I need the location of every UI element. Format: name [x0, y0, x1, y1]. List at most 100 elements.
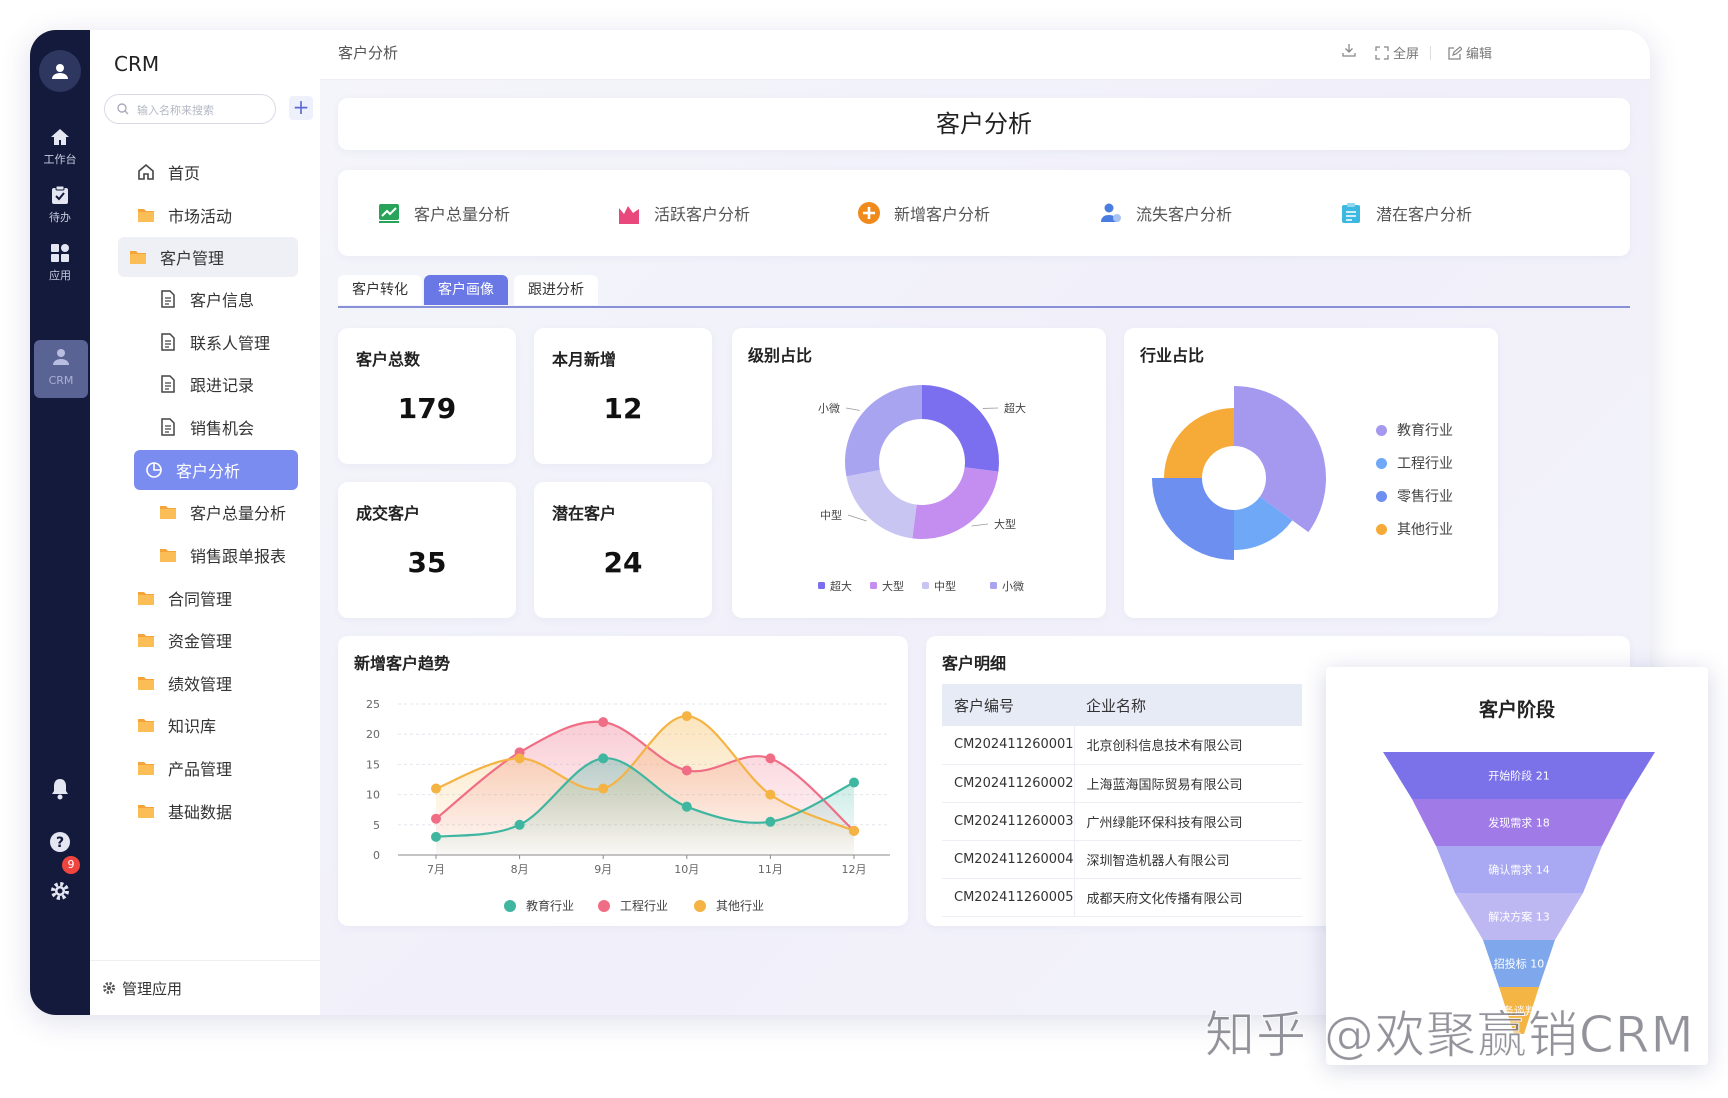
- sidebar: CRM 输入名称来搜索 + 首页 市场活动 客户管理 客户信息 联系人管理 跟进记录 销售机…: [90, 30, 320, 1015]
- data-point[interactable]: [765, 789, 776, 800]
- sidebar-item[interactable]: 市场活动: [126, 195, 296, 235]
- add-button[interactable]: +: [289, 96, 313, 120]
- pie-slice[interactable]: [846, 470, 917, 539]
- user-icon: [53, 349, 69, 365]
- legend-label[interactable]: 大型: [882, 579, 904, 593]
- tab-portrait[interactable]: 客户画像: [424, 275, 508, 305]
- sidebar-item[interactable]: 跟进记录: [148, 364, 298, 404]
- stat-value: 24: [603, 546, 643, 579]
- user-avatar-icon: [52, 64, 68, 79]
- sidebar-item[interactable]: 联系人管理: [148, 322, 298, 362]
- data-point[interactable]: [431, 813, 441, 824]
- sidebar-item[interactable]: 绩效管理: [126, 663, 296, 703]
- data-point[interactable]: [681, 801, 692, 812]
- column-header[interactable]: 客户编号: [942, 684, 1075, 726]
- sidebar-item[interactable]: 产品管理: [126, 748, 296, 788]
- sidebar-item[interactable]: 销售机会: [148, 407, 298, 447]
- data-point[interactable]: [681, 711, 692, 722]
- legend-label[interactable]: 教育行业: [526, 898, 574, 913]
- download-button[interactable]: [1342, 43, 1356, 57]
- stat-title: 本月新增: [552, 350, 617, 369]
- slice-label: 中型: [820, 508, 842, 522]
- pie-slice[interactable]: [922, 385, 999, 472]
- nav-lost-analysis[interactable]: 流失客户分析: [1098, 200, 1232, 226]
- rail-item-crm[interactable]: CRM: [34, 340, 88, 398]
- table-row[interactable]: CM202411260001 北京创科信息技术有限公司: [942, 726, 1302, 765]
- rail-item-settings[interactable]: [30, 880, 90, 902]
- table-row[interactable]: CM202411260005 成都天府文化传播有限公司: [942, 878, 1302, 917]
- data-point[interactable]: [681, 765, 692, 776]
- manage-apps-button[interactable]: 管理应用: [90, 960, 320, 1015]
- table-row[interactable]: CM202411260003 广州绿能环保科技有限公司: [942, 802, 1302, 841]
- column-header[interactable]: 企业名称: [1074, 684, 1302, 726]
- data-point[interactable]: [849, 825, 859, 836]
- sidebar-item-label: 首页: [168, 164, 201, 183]
- search-input[interactable]: 输入名称来搜索: [104, 94, 276, 124]
- svg-text:?: ?: [56, 835, 64, 851]
- stat-title: 客户总数: [356, 350, 421, 369]
- sidebar-item[interactable]: 客户管理: [118, 237, 298, 277]
- legend-label[interactable]: 工程行业: [620, 898, 668, 913]
- legend-swatch: [818, 582, 825, 589]
- rail-item-todo[interactable]: 待办: [30, 184, 90, 225]
- stat-value: 179: [397, 392, 457, 425]
- pie-slice[interactable]: [845, 385, 922, 477]
- tab-conversion[interactable]: 客户转化: [338, 275, 422, 305]
- edit-button[interactable]: 编辑: [1448, 43, 1492, 62]
- rail-item-notifications[interactable]: [30, 778, 90, 800]
- nav-new-analysis[interactable]: 新增客户分析: [856, 200, 990, 226]
- tab-followup[interactable]: 跟进分析: [514, 275, 598, 305]
- data-point[interactable]: [598, 717, 609, 728]
- analysis-nav: 客户总量分析 活跃客户分析 新增客户分析 流失客户分析 潜在客户分析: [338, 170, 1630, 256]
- rail-label: 工作台: [43, 153, 77, 166]
- nav-total-analysis[interactable]: 客户总量分析: [376, 200, 510, 226]
- sidebar-item-label: 销售跟单报表: [190, 547, 287, 566]
- sidebar-item[interactable]: 客户总量分析: [148, 492, 298, 532]
- pie-slice[interactable]: [912, 467, 999, 539]
- x-tick-label: 7月: [427, 863, 445, 876]
- data-point[interactable]: [765, 816, 776, 827]
- legend-label[interactable]: 超大: [830, 579, 852, 593]
- data-point[interactable]: [849, 777, 859, 788]
- data-point[interactable]: [514, 819, 525, 830]
- rail-item-help[interactable]: ?: [30, 831, 90, 853]
- data-point[interactable]: [598, 753, 609, 764]
- sidebar-item[interactable]: 资金管理: [126, 620, 296, 660]
- legend-label[interactable]: 小微: [1002, 579, 1024, 593]
- legend-label[interactable]: 其他行业: [716, 899, 764, 913]
- legend-item: 其他行业: [1376, 519, 1453, 539]
- folder-icon: [156, 500, 180, 524]
- data-point[interactable]: [514, 753, 525, 764]
- grid-icon: [49, 242, 71, 264]
- sidebar-item[interactable]: 销售跟单报表: [148, 535, 298, 575]
- y-tick-label: 25: [366, 698, 380, 711]
- legend-label: 工程行业: [1397, 456, 1453, 472]
- user-lost-icon: [1098, 200, 1124, 226]
- sidebar-item[interactable]: 基础数据: [126, 791, 296, 831]
- avatar[interactable]: [39, 50, 81, 92]
- sidebar-item[interactable]: 合同管理: [126, 578, 296, 618]
- fullscreen-button[interactable]: 全屏: [1375, 43, 1419, 62]
- data-point[interactable]: [765, 753, 776, 764]
- sidebar-item[interactable]: 知识库: [126, 705, 296, 745]
- data-point[interactable]: [431, 783, 441, 794]
- sidebar-item[interactable]: 首页: [126, 152, 296, 192]
- level-chart-card: 级别占比 超大 大型 中型 小微 超大 大型 中型 小微: [732, 328, 1106, 618]
- pie-slice[interactable]: [1164, 408, 1234, 478]
- table-row[interactable]: CM202411260004 深圳智造机器人有限公司: [942, 840, 1302, 879]
- legend-label[interactable]: 中型: [934, 579, 956, 593]
- sidebar-item[interactable]: 客户分析: [134, 450, 298, 490]
- rail-item-apps[interactable]: 应用: [30, 242, 90, 283]
- y-tick-label: 10: [366, 789, 380, 802]
- nav-active-analysis[interactable]: 活跃客户分析: [616, 200, 750, 226]
- pie-slice[interactable]: [1152, 478, 1234, 560]
- company-name: 北京创科信息技术有限公司: [1074, 726, 1302, 765]
- stat-card-total: 客户总数 179: [338, 328, 516, 464]
- table-header-row: 客户编号 企业名称: [942, 684, 1302, 726]
- rail-item-workbench[interactable]: 工作台: [30, 126, 90, 167]
- data-point[interactable]: [431, 831, 441, 842]
- sidebar-item[interactable]: 客户信息: [148, 279, 298, 319]
- nav-potential-analysis[interactable]: 潜在客户分析: [1338, 200, 1472, 226]
- table-row[interactable]: CM202411260002 上海蓝海国际贸易有限公司: [942, 764, 1302, 803]
- data-point[interactable]: [598, 783, 609, 794]
